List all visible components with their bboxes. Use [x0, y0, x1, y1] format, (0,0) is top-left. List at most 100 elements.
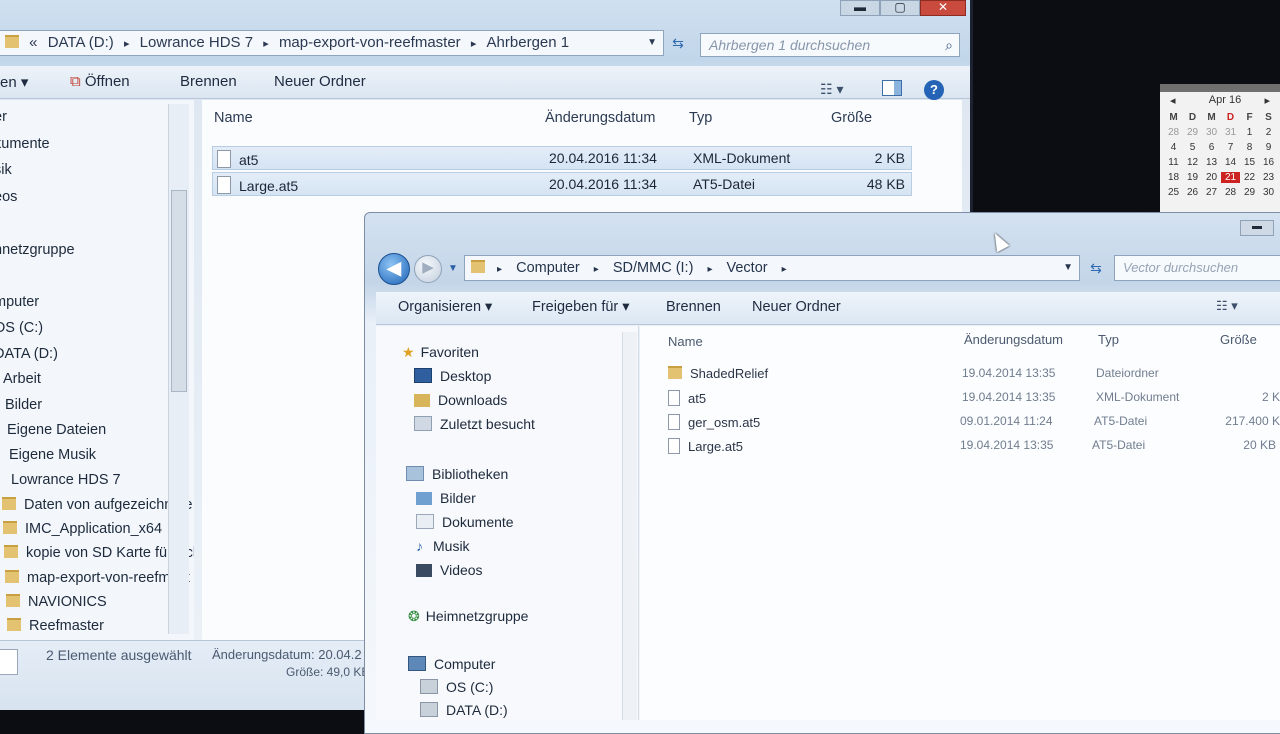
calendar-day[interactable]: 30	[1202, 127, 1221, 138]
nav-item-documents[interactable]: Dokumente	[416, 514, 514, 530]
minimize-button[interactable]: ▬	[1240, 220, 1274, 236]
nav-item-homegroup[interactable]: ❂ Heimnetzgruppe	[408, 608, 528, 625]
breadcrumb-separator-icon[interactable]: ▸	[263, 32, 269, 55]
calendar-day[interactable]: 8	[1240, 142, 1259, 153]
scrollbar-thumb[interactable]	[171, 190, 187, 392]
view-options-icon[interactable]: ☷ ▾	[1216, 298, 1238, 314]
nav-item-desktop[interactable]: Desktop	[414, 368, 491, 384]
calendar-day[interactable]: 21	[1221, 172, 1240, 183]
nav-item-downloads[interactable]: Downloads	[414, 392, 507, 408]
open-button[interactable]: ⧉ Öffnen	[70, 73, 130, 90]
calendar-day[interactable]: 16	[1259, 157, 1278, 168]
calendar-day[interactable]: 11	[1164, 157, 1183, 168]
nav-item-recent[interactable]: Zuletzt besucht	[414, 416, 535, 432]
preview-pane-icon[interactable]	[882, 80, 902, 96]
address-overflow-button[interactable]: «	[29, 31, 37, 55]
nav-item-folder[interactable]: Daten von aufgezeichnete	[2, 497, 193, 513]
breadcrumb-data[interactable]: DATA (D:)	[48, 31, 114, 55]
maximize-button[interactable]: ▢	[880, 0, 920, 16]
organize-button[interactable]: Organisieren ▾	[398, 299, 492, 315]
burn-button[interactable]: Brennen	[666, 299, 721, 315]
file-row[interactable]: Large.at5 20.04.2016 11:34 AT5-Datei 48 …	[212, 172, 912, 196]
calendar-day[interactable]: 12	[1183, 157, 1202, 168]
calendar-day[interactable]: 28	[1164, 127, 1183, 138]
nav-item-folder[interactable]: Eigene Musik	[9, 447, 96, 463]
new-folder-button[interactable]: Neuer Ordner	[274, 73, 366, 90]
share-button[interactable]: Freigeben für ▾	[532, 299, 630, 315]
breadcrumb-separator-icon[interactable]: ▸	[707, 258, 712, 280]
breadcrumb-separator-icon[interactable]: ▸	[497, 258, 502, 280]
organize-button[interactable]: en ▾	[0, 73, 28, 91]
nav-item-pictures[interactable]: Bilder	[416, 490, 476, 506]
breadcrumb-separator-icon[interactable]: ▸	[594, 258, 599, 280]
calendar-day[interactable]: 26	[1183, 187, 1202, 198]
nav-item[interactable]: er	[0, 109, 7, 125]
calendar-day[interactable]: 2	[1259, 127, 1278, 138]
calendar-day[interactable]: 29	[1240, 187, 1259, 198]
breadcrumb-separator-icon[interactable]: ▸	[782, 258, 787, 280]
breadcrumb-separator-icon[interactable]: ▸	[471, 32, 477, 55]
calendar-day[interactable]: 1	[1240, 127, 1259, 138]
column-header-size[interactable]: Größe	[1220, 332, 1257, 347]
calendar-day[interactable]: 22	[1240, 172, 1259, 183]
calendar-day[interactable]: 27	[1202, 187, 1221, 198]
new-folder-button[interactable]: Neuer Ordner	[752, 299, 841, 315]
calendar-day[interactable]: 9	[1259, 142, 1278, 153]
calendar-day[interactable]: 23	[1259, 172, 1278, 183]
column-header-date[interactable]: Änderungsdatum	[964, 332, 1063, 347]
back-button[interactable]: ◀	[378, 253, 410, 285]
recent-pages-chevron-icon[interactable]: ▼	[448, 263, 458, 274]
nav-item-folder[interactable]: Reefmaster	[7, 618, 104, 634]
column-header-name[interactable]: Name	[668, 334, 703, 349]
file-row[interactable]: Large.at5 19.04.2014 13:35 AT5-Datei 20 …	[668, 438, 1280, 458]
nav-item-folder[interactable]: IMC_Application_x64	[3, 521, 162, 537]
breadcrumb-map-export[interactable]: map-export-von-reefmaster	[279, 31, 461, 55]
file-row[interactable]: ShadedRelief 19.04.2014 13:35 Dateiordne…	[668, 366, 1280, 386]
close-button[interactable]: ✕	[920, 0, 966, 16]
nav-item-folder[interactable]: Eigene Dateien	[7, 422, 106, 438]
calendar-day[interactable]: 13	[1202, 157, 1221, 168]
burn-button[interactable]: Brennen	[180, 73, 237, 90]
nav-item-os[interactable]: OS (C:)	[0, 320, 43, 336]
breadcrumb-lowrance[interactable]: Lowrance HDS 7	[140, 31, 253, 55]
address-bar[interactable]: « DATA (D:) ▸ Lowrance HDS 7 ▸ map-expor…	[0, 30, 664, 56]
calendar-day[interactable]: 28	[1221, 187, 1240, 198]
nav-item[interactable]: kumente	[0, 136, 50, 152]
file-row[interactable]: at5 19.04.2014 13:35 XML-Dokument 2 KB	[668, 390, 1280, 410]
calendar-day[interactable]: 19	[1183, 172, 1202, 183]
nav-item-favorites[interactable]: ★ Favoriten	[402, 344, 479, 361]
calendar-next-icon[interactable]: ▸	[1264, 94, 1270, 107]
file-row[interactable]: at5 20.04.2016 11:34 XML-Dokument 2 KB	[212, 146, 912, 170]
nav-item[interactable]: sik	[0, 162, 12, 178]
address-bar[interactable]: ▸ Computer ▸ SD/MMC (I:) ▸ Vector ▸ ▼	[464, 255, 1080, 281]
calendar-day[interactable]: 18	[1164, 172, 1183, 183]
calendar-day[interactable]: 25	[1164, 187, 1183, 198]
chevron-down-icon[interactable]: ▼	[1063, 256, 1073, 280]
nav-item-computer[interactable]: mputer	[0, 294, 39, 310]
search-input[interactable]: Ahrbergen 1 durchsuchen ⌕	[700, 33, 960, 57]
calendar-day[interactable]: 31	[1221, 127, 1240, 138]
breadcrumb-ahrbergen[interactable]: Ahrbergen 1	[487, 31, 570, 55]
calendar-day[interactable]: 5	[1183, 142, 1202, 153]
nav-item-folder[interactable]: Bilder	[5, 397, 42, 413]
nav-item-os[interactable]: OS (C:)	[420, 679, 493, 695]
nav-item-folder[interactable]: kopie von SD Karte für Ecl	[4, 545, 194, 561]
nav-scrollbar[interactable]	[622, 332, 637, 720]
breadcrumb-separator-icon[interactable]: ▸	[124, 32, 130, 55]
forward-button[interactable]: ▶	[414, 255, 442, 283]
search-icon[interactable]: ⌕	[945, 34, 953, 56]
nav-item-libraries[interactable]: Bibliotheken	[406, 466, 508, 482]
view-options-icon[interactable]: ☷ ▾	[820, 81, 843, 98]
calendar-day[interactable]: 20	[1202, 172, 1221, 183]
nav-item-folder[interactable]: map-export-von-reefmast	[5, 570, 190, 586]
nav-item-videos[interactable]: Videos	[416, 562, 483, 578]
calendar-day[interactable]: 30	[1259, 187, 1278, 198]
breadcrumb-computer[interactable]: Computer	[516, 256, 580, 280]
nav-item-music[interactable]: ♪ Musik	[416, 538, 470, 554]
nav-item-folder[interactable]: Arbeit	[3, 371, 41, 387]
refresh-icon[interactable]: ⇆	[666, 32, 690, 54]
nav-scrollbar[interactable]	[168, 104, 189, 634]
nav-item-data[interactable]: DATA (D:)	[420, 702, 508, 718]
column-header-size[interactable]: Größe	[831, 110, 872, 126]
nav-item-homegroup[interactable]: nnetzgruppe	[0, 242, 75, 258]
